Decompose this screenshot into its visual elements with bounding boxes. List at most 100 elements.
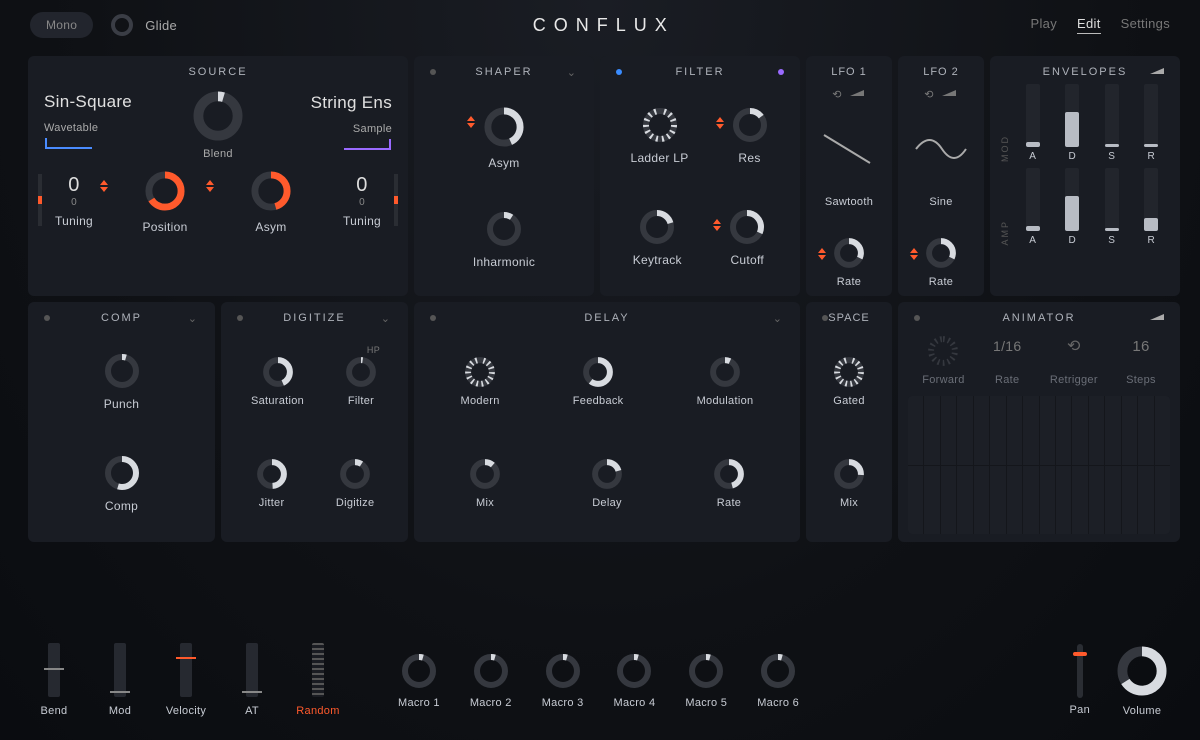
delay-modern-knob[interactable] — [463, 355, 497, 389]
lfo1-rate-knob[interactable] — [832, 236, 866, 270]
lfo1-retrigger-icon[interactable]: ⟲ — [832, 88, 842, 101]
res-knob[interactable] — [730, 105, 770, 145]
macro-1-knob[interactable] — [399, 651, 439, 691]
filter-type-label: Ladder LP — [630, 151, 688, 165]
animator-panel: ANIMATOR Forward 1/16Rate ⟲Retrigger 16S… — [898, 302, 1180, 542]
macro-3-knob[interactable] — [543, 651, 583, 691]
lfo1-wave-display[interactable] — [820, 127, 878, 171]
modulation-knob[interactable] — [708, 355, 742, 389]
macro-6-knob[interactable] — [758, 651, 798, 691]
macro-4-knob[interactable] — [614, 651, 654, 691]
blend-knob[interactable] — [190, 88, 246, 144]
inharmonic-knob[interactable] — [484, 209, 524, 249]
bend-slider[interactable] — [48, 643, 60, 697]
space-gated-knob[interactable] — [832, 355, 866, 389]
mod-a-slider[interactable] — [1026, 84, 1040, 147]
mod-s-slider[interactable] — [1105, 84, 1119, 147]
lfo1-ramp-icon[interactable] — [848, 88, 866, 98]
jitter-knob[interactable] — [255, 457, 289, 491]
envelopes-title: ENVELOPES — [1043, 66, 1128, 78]
source-asym-label: Asym — [255, 220, 286, 234]
amp-a-slider[interactable] — [1026, 168, 1040, 231]
glide-knob[interactable] — [111, 14, 133, 36]
source-asym-knob[interactable] — [248, 168, 294, 214]
osc-b-name[interactable]: String Ens — [250, 93, 392, 113]
osc-a-name[interactable]: Sin-Square — [44, 92, 186, 112]
delay-mix-knob[interactable] — [468, 457, 502, 491]
keytrack-knob[interactable] — [637, 207, 677, 247]
digitize-filter-knob[interactable] — [344, 355, 378, 389]
space-mix-knob[interactable] — [832, 457, 866, 491]
random-slider[interactable] — [312, 643, 324, 697]
source-title: SOURCE — [38, 66, 398, 78]
nav-play[interactable]: Play — [1031, 16, 1058, 34]
lfo2-ramp-icon[interactable] — [940, 88, 958, 98]
glide-label: Glide — [145, 18, 177, 33]
animator-retrigger-icon[interactable]: ⟲ — [1067, 336, 1081, 356]
shaper-chevron-icon[interactable]: ⌄ — [567, 66, 578, 79]
tuning-b-fine[interactable]: 0 — [359, 197, 365, 208]
animator-rate-value[interactable]: 1/16 — [993, 338, 1021, 354]
cutoff-knob[interactable] — [727, 207, 767, 247]
animator-steps-value[interactable]: 16 — [1132, 338, 1149, 355]
tuning-a-fine[interactable]: 0 — [71, 197, 77, 208]
amp-r-slider[interactable] — [1144, 168, 1158, 231]
nav-settings[interactable]: Settings — [1121, 16, 1170, 34]
digitize-title: DIGITIZE — [283, 312, 345, 324]
shaper-asym-knob[interactable] — [481, 104, 527, 150]
filter-title: FILTER — [675, 66, 724, 78]
filter-type-knob[interactable] — [640, 105, 680, 145]
punch-knob[interactable] — [102, 351, 142, 391]
comp-chevron-icon[interactable]: ⌄ — [188, 312, 199, 325]
shaper-title: SHAPER — [475, 66, 532, 78]
shaper-asym-label: Asym — [488, 156, 519, 170]
at-slider[interactable] — [246, 643, 258, 697]
delay-title: DELAY — [584, 312, 629, 324]
lfo1-panel: LFO 1 ⟲ Sawtooth Rate — [806, 56, 892, 296]
delay-rate-knob[interactable] — [712, 457, 746, 491]
envelopes-ramp-icon[interactable] — [1148, 66, 1166, 76]
tuning-b-semi[interactable]: 0 — [356, 174, 367, 197]
pan-slider[interactable] — [1077, 644, 1083, 698]
comp-title: COMP — [101, 312, 142, 324]
animator-title: ANIMATOR — [1002, 312, 1075, 324]
mod-r-slider[interactable] — [1144, 84, 1158, 147]
velocity-slider[interactable] — [180, 643, 192, 697]
amp-s-slider[interactable] — [1105, 168, 1119, 231]
mod-d-slider[interactable] — [1065, 84, 1079, 147]
digitize-chevron-icon[interactable]: ⌄ — [381, 312, 392, 325]
feedback-knob[interactable] — [581, 355, 615, 389]
lfo2-rate-knob[interactable] — [924, 236, 958, 270]
comp-knob[interactable] — [102, 453, 142, 493]
lfo2-wave-display[interactable] — [912, 127, 970, 171]
tuning-a-semi[interactable]: 0 — [68, 174, 79, 197]
animator-step-grid[interactable] — [908, 396, 1170, 534]
shaper-panel: SHAPER ⌄ Asym Inharmonic — [414, 56, 594, 296]
macro-5-knob[interactable] — [686, 651, 726, 691]
macro-2-knob[interactable] — [471, 651, 511, 691]
position-knob[interactable] — [142, 168, 188, 214]
animator-ramp-icon[interactable] — [1148, 312, 1166, 322]
saturation-knob[interactable] — [261, 355, 295, 389]
osc-b-type: Sample — [250, 123, 392, 135]
lfo1-title: LFO 1 — [816, 66, 882, 78]
inharmonic-label: Inharmonic — [473, 255, 535, 269]
mono-toggle[interactable]: Mono — [30, 12, 93, 38]
volume-knob[interactable] — [1114, 643, 1170, 699]
digitize-knob[interactable] — [338, 457, 372, 491]
amp-d-slider[interactable] — [1065, 168, 1079, 231]
delay-time-knob[interactable] — [590, 457, 624, 491]
app-logo: CONFLUX — [177, 15, 1030, 36]
lfo2-panel: LFO 2 ⟲ Sine Rate — [898, 56, 984, 296]
animator-forward-knob[interactable] — [926, 334, 960, 368]
nav-edit[interactable]: Edit — [1077, 16, 1101, 34]
blend-label: Blend — [203, 148, 233, 160]
mod-env-label: MOD — [1000, 135, 1010, 162]
space-title: SPACE — [828, 312, 869, 324]
mod-slider[interactable] — [114, 643, 126, 697]
lfo1-shape-label: Sawtooth — [825, 196, 873, 208]
delay-chevron-icon[interactable]: ⌄ — [773, 312, 784, 325]
lfo2-title: LFO 2 — [908, 66, 974, 78]
lfo2-retrigger-icon[interactable]: ⟲ — [924, 88, 934, 101]
source-panel: SOURCE Sin-Square Wavetable Blend String… — [28, 56, 408, 296]
